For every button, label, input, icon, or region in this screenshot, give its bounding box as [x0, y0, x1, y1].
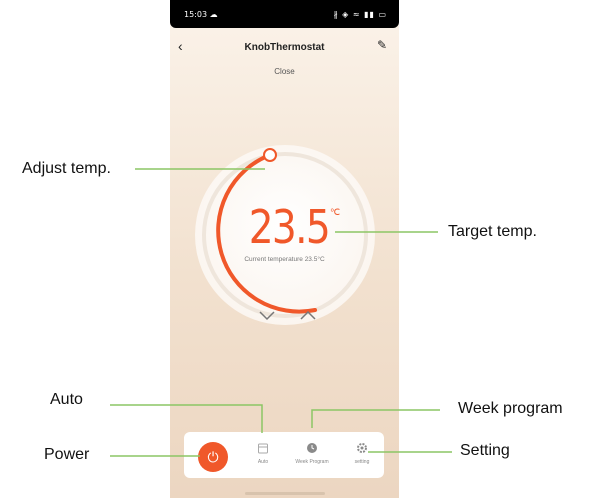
power-annotation-label: Power: [44, 446, 90, 463]
week-program-button[interactable]: Week Program: [290, 442, 334, 465]
auto-label: Auto: [257, 459, 269, 465]
setting-label: setting: [354, 459, 370, 465]
adjust-temp-label: Adjust temp.: [22, 160, 111, 177]
auto-annotation-label: Auto: [50, 391, 83, 408]
temp-down-icon[interactable]: [257, 308, 277, 322]
setting-annotation-label: Setting: [460, 442, 510, 459]
current-temp-label: Current temperature 23.5°C: [244, 256, 325, 263]
temp-up-icon[interactable]: [298, 308, 318, 322]
power-button[interactable]: ⏻: [198, 442, 228, 472]
home-indicator: [245, 492, 325, 495]
temp-unit: ℃: [330, 207, 341, 217]
calendar-icon: [258, 443, 268, 454]
thermostat-dial: 23.5 ℃ Current temperature 23.5°C: [170, 0, 399, 498]
target-temp-label: Target temp.: [448, 223, 537, 240]
target-temp-value: 23.5: [248, 200, 331, 254]
week-program-annotation-label: Week program: [458, 400, 563, 417]
gear-icon: [357, 443, 367, 453]
phone-screen: 15:03 ☁ ∦ ◈ ≈ ▮▮ ▭ ‹ KnobThermostat ✎ Cl…: [170, 0, 399, 498]
clock-icon: [307, 443, 317, 453]
setting-button[interactable]: setting: [340, 442, 384, 465]
dial-knob-handle[interactable]: [263, 148, 277, 162]
auto-button[interactable]: Auto: [241, 442, 285, 465]
power-icon: ⏻: [207, 449, 219, 465]
week-program-label: Week Program: [295, 459, 329, 465]
